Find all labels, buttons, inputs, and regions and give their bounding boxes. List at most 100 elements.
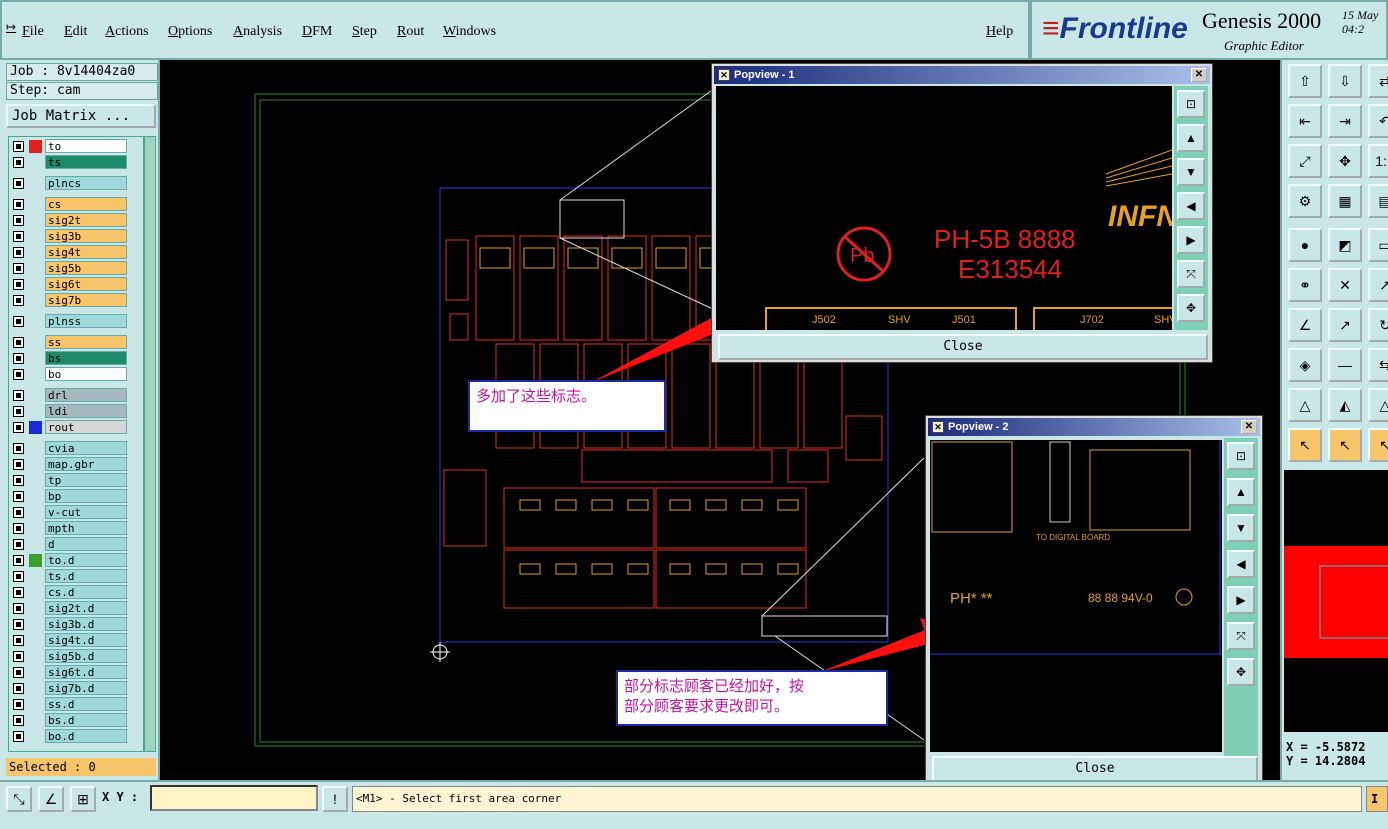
layer-checkbox[interactable] — [13, 390, 24, 401]
layer-name[interactable]: bo.d — [45, 729, 127, 743]
grid-icon[interactable]: ⊞ — [70, 786, 96, 812]
layer-row-ts[interactable]: ts — [9, 155, 143, 170]
layer-name[interactable]: bs — [45, 351, 127, 365]
layer-name[interactable]: drl — [45, 388, 127, 402]
layer-checkbox[interactable] — [13, 651, 24, 662]
popview-2-canvas[interactable]: TO DIGITAL BOARD PH* ** 88 88 94V-0 — [930, 440, 1222, 752]
pan-right-icon[interactable]: ▶ — [1177, 226, 1205, 254]
layer-checkbox[interactable] — [13, 247, 24, 258]
layer-name[interactable]: sig4t.d — [45, 633, 127, 647]
pan-icon[interactable]: ✥ — [1328, 144, 1362, 178]
layer-checkbox[interactable] — [13, 683, 24, 694]
layer-name[interactable]: plnss — [45, 314, 127, 328]
popview-1-close-button[interactable]: Close — [718, 334, 1208, 360]
grid-view-icon[interactable]: ▦ — [1328, 184, 1362, 218]
layer-row-sig2t[interactable]: sig2t — [9, 213, 143, 228]
select-box-icon[interactable]: ↖ — [1328, 428, 1362, 462]
layer-name[interactable]: sig5b.d — [45, 649, 127, 663]
delete-icon[interactable]: ✕ — [1328, 268, 1362, 302]
minimap[interactable] — [1284, 470, 1388, 732]
line-tool-icon[interactable]: — — [1328, 348, 1362, 382]
zoom-in-icon[interactable]: ⤧ — [1227, 622, 1255, 650]
layer-name[interactable]: sig6t.d — [45, 665, 127, 679]
layer-checkbox[interactable] — [13, 459, 24, 470]
close-icon[interactable]: ✕ — [1241, 420, 1257, 434]
layer-row-mpth[interactable]: mpth — [9, 521, 143, 536]
layer-checkbox[interactable] — [13, 263, 24, 274]
pan-down-icon[interactable]: ▼ — [1227, 514, 1255, 542]
layer-row-bo-d[interactable]: bo.d — [9, 729, 143, 744]
one-to-one-icon[interactable]: 1:1 — [1368, 144, 1388, 178]
connect-icon[interactable]: ⚭ — [1288, 268, 1322, 302]
swap-icon[interactable]: ⇄ — [1368, 64, 1388, 98]
layer-checkbox[interactable] — [13, 667, 24, 678]
pan-left-icon[interactable]: ◀ — [1227, 550, 1255, 578]
layer-row-sig6t-d[interactable]: sig6t.d — [9, 665, 143, 680]
table-icon[interactable]: ▤ — [1368, 184, 1388, 218]
layer-checkbox[interactable] — [13, 699, 24, 710]
measure-icon[interactable]: ∠ — [38, 786, 64, 812]
menu-file[interactable]: File — [22, 24, 44, 40]
layer-name[interactable]: sig4t — [45, 245, 127, 259]
layer-row-to[interactable]: to — [9, 139, 143, 154]
layer-name[interactable]: cvia — [45, 441, 127, 455]
menu-analysis[interactable]: Analysis — [233, 24, 282, 40]
layer-checkbox[interactable] — [13, 443, 24, 454]
layer-checkbox[interactable] — [13, 422, 24, 433]
layer-checkbox[interactable] — [13, 619, 24, 630]
layer-row-to-d[interactable]: to.d — [9, 553, 143, 568]
menu-rout[interactable]: Rout — [397, 24, 424, 40]
layer-name[interactable]: sig3b.d — [45, 617, 127, 631]
layer-row-sig4t-d[interactable]: sig4t.d — [9, 633, 143, 648]
layer-row-sig4t[interactable]: sig4t — [9, 245, 143, 260]
layer-name[interactable]: sig6t — [45, 277, 127, 291]
layer-checkbox[interactable] — [13, 215, 24, 226]
layer-checkbox[interactable] — [13, 475, 24, 486]
layer-row-d[interactable]: d — [9, 537, 143, 552]
move-right-icon[interactable]: ⇥ — [1328, 104, 1362, 138]
layer-row-cvia[interactable]: cvia — [9, 441, 143, 456]
layer-row-cs[interactable]: cs — [9, 197, 143, 212]
layer-scrollbar[interactable] — [144, 136, 156, 752]
arrow-icon[interactable]: ↗ — [1368, 268, 1388, 302]
layer-checkbox[interactable] — [13, 316, 24, 327]
layer-row-bs-d[interactable]: bs.d — [9, 713, 143, 728]
zoom-in-icon[interactable]: ⤧ — [1177, 260, 1205, 288]
layer-row-ldi[interactable]: ldi — [9, 404, 143, 419]
shape-icon[interactable]: ◩ — [1328, 228, 1362, 262]
popview-2-titlebar[interactable]: ✕ Popview - 2 ✕ — [928, 418, 1260, 436]
layer-row-cs-d[interactable]: cs.d — [9, 585, 143, 600]
layer-checkbox[interactable] — [13, 555, 24, 566]
menu-dfm[interactable]: DFM — [302, 24, 332, 40]
menu-edit[interactable]: Edit — [64, 24, 87, 40]
layer-row-plncs[interactable]: plncs — [9, 176, 143, 191]
layer-checkbox[interactable] — [13, 141, 24, 152]
layer-name[interactable]: cs.d — [45, 585, 127, 599]
layer-checkbox[interactable] — [13, 587, 24, 598]
layer-checkbox[interactable] — [13, 731, 24, 742]
layer-row-map-gbr[interactable]: map.gbr — [9, 457, 143, 472]
layer-name[interactable]: sig7b — [45, 293, 127, 307]
layer-checkbox[interactable] — [13, 199, 24, 210]
zoom-out-icon[interactable]: ✥ — [1227, 658, 1255, 686]
layer-name[interactable]: tp — [45, 473, 127, 487]
zoom-fit-icon[interactable]: ⊡ — [1177, 90, 1205, 118]
layer-row-sig6t[interactable]: sig6t — [9, 277, 143, 292]
layer-name[interactable]: sig3b — [45, 229, 127, 243]
layer-row-ss[interactable]: ss — [9, 335, 143, 350]
rotate-icon[interactable]: ↻ — [1368, 308, 1388, 342]
layer-row-rout[interactable]: rout — [9, 420, 143, 435]
layer-name[interactable]: ldi — [45, 404, 127, 418]
alert-icon[interactable]: ! — [322, 786, 348, 812]
pad-icon[interactable]: ● — [1288, 228, 1322, 262]
layer-row-plnss[interactable]: plnss — [9, 314, 143, 329]
layer-name[interactable]: v-cut — [45, 505, 127, 519]
layer-checkbox[interactable] — [13, 507, 24, 518]
layer-name[interactable]: sig5b — [45, 261, 127, 275]
layer-checkbox[interactable] — [13, 523, 24, 534]
layer-row-bp[interactable]: bp — [9, 489, 143, 504]
layer-checkbox[interactable] — [13, 295, 24, 306]
layer-name[interactable]: sig7b.d — [45, 681, 127, 695]
layer-checkbox[interactable] — [13, 539, 24, 550]
layer-checkbox[interactable] — [13, 635, 24, 646]
